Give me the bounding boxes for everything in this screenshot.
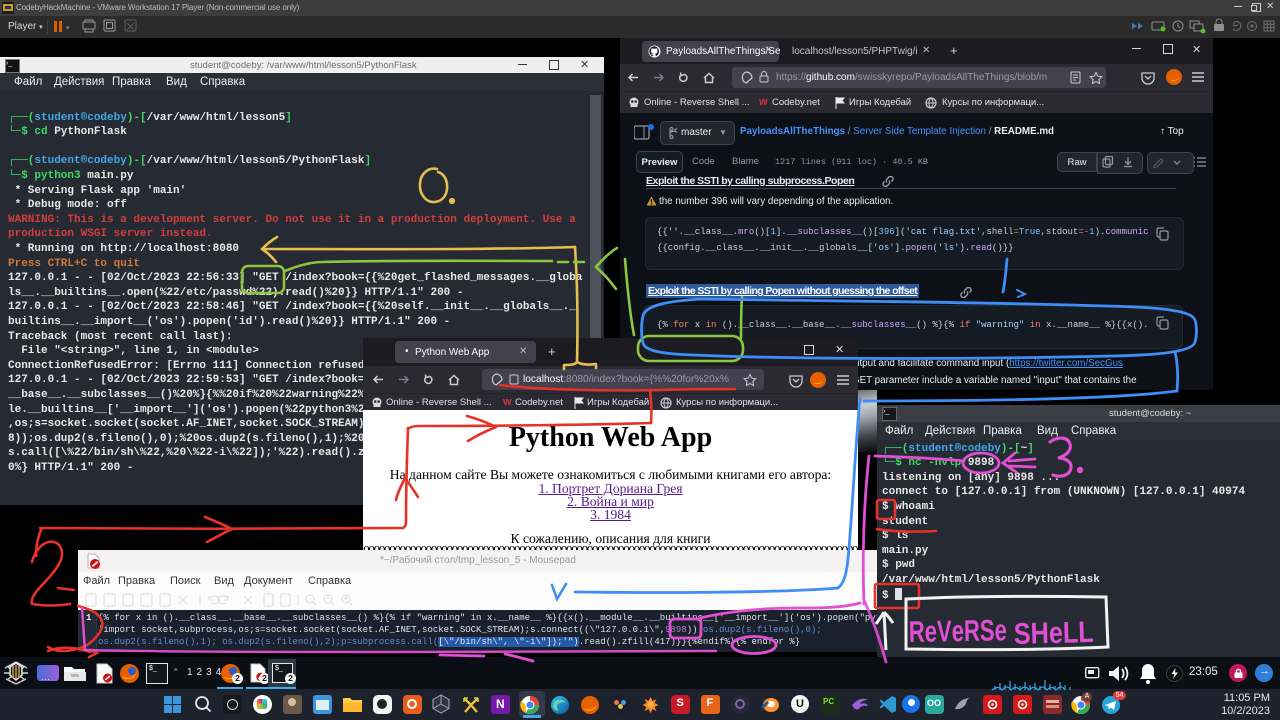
svg-text:SHеLL: SHеLL	[1013, 616, 1094, 651]
svg-text:RеVеRSе: RеVеRSе	[909, 614, 1008, 649]
